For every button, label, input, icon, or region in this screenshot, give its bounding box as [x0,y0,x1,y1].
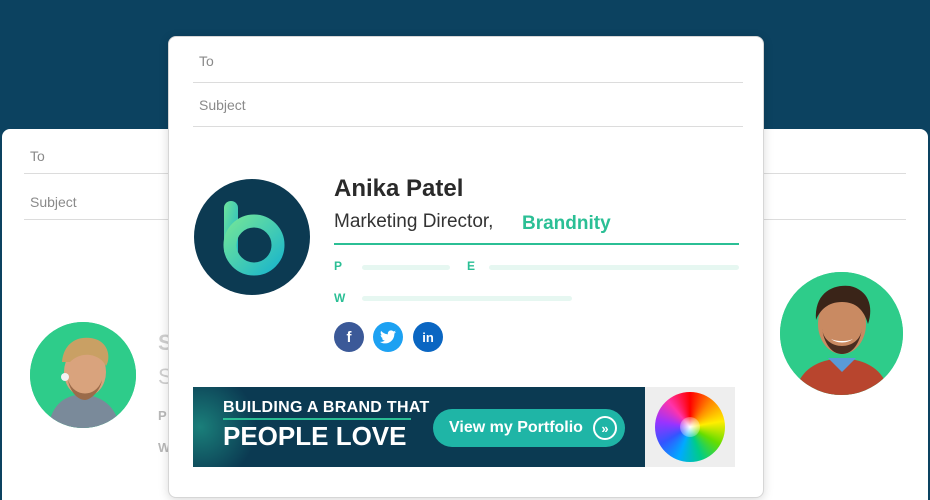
background-subject-label: Subject [30,194,77,210]
brand-logo [194,179,310,295]
background-ghost-phone-label: P [158,408,167,423]
banner-headline-line1: BUILDING A BRAND THAT [223,399,430,416]
twitter-icon[interactable] [373,322,403,352]
banner-rule [223,418,411,420]
signature-company[interactable]: Brandnity [522,213,611,235]
web-label: W [334,291,346,305]
signature-name: Anika Patel [334,175,464,202]
portfolio-banner[interactable]: BUILDING A BRAND THAT PEOPLE LOVE View m… [193,387,645,467]
linkedin-glyph: in [422,329,434,345]
banner-headline-line2: PEOPLE LOVE [223,421,407,451]
double-chevron-right-icon: » [593,416,617,440]
twitter-bird-icon [380,330,396,344]
left-avatar [30,322,136,428]
phone-placeholder-bar [362,265,450,270]
left-avatar-photo [30,322,136,428]
to-label: To [199,53,214,69]
view-portfolio-label: View my Portfolio [449,419,583,436]
color-wheel-icon [655,392,725,462]
phone-label: P [334,259,343,273]
signature-divider [334,243,739,245]
email-label: E [467,259,476,273]
subject-label: Subject [199,97,246,113]
email-placeholder-bar [489,265,739,270]
right-avatar [780,272,903,395]
facebook-glyph: f [346,328,352,346]
subject-field[interactable]: Subject [193,81,743,127]
color-wheel-image [645,387,735,467]
facebook-icon[interactable]: f [334,322,364,352]
view-portfolio-button[interactable]: View my Portfolio » [433,409,625,447]
email-compose-card: To Subject Anika Patel Marketing Directo… [168,36,764,498]
background-to-label: To [30,148,45,164]
right-avatar-photo [780,272,903,395]
signature-title: Marketing Director, [334,211,494,232]
web-placeholder-bar [362,296,572,301]
brandnity-logo-icon [223,201,285,276]
color-wheel-center [680,417,700,437]
linkedin-icon[interactable]: in [413,322,443,352]
to-field[interactable]: To [193,37,743,83]
